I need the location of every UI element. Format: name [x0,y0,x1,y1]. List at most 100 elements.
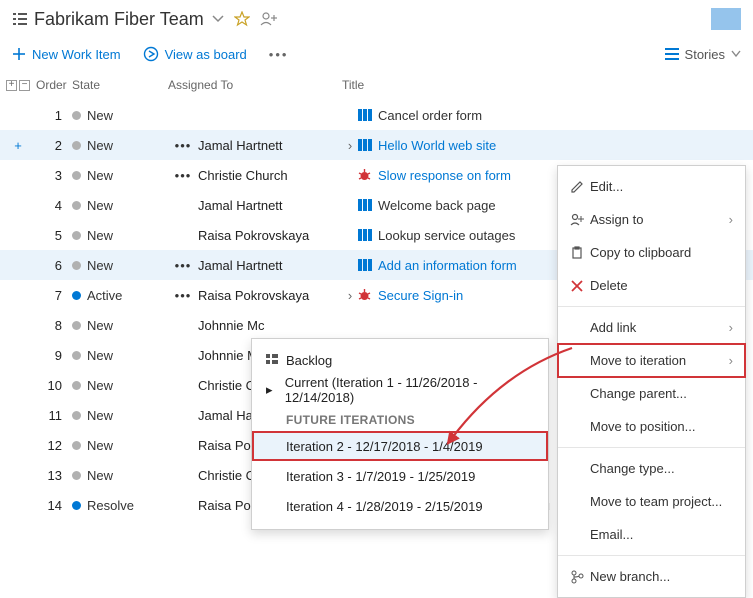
cell-state: New [72,168,168,183]
state-dot-icon [72,261,81,270]
cell-order: 13 [36,468,72,483]
cell-assigned-to: Raisa Pokrovskaya [198,288,342,303]
cell-state: New [72,198,168,213]
menu-change-type[interactable]: Change type... [558,452,745,485]
column-headers: + − Order State Assigned To Title [0,74,753,100]
user-story-icon [358,139,378,151]
cell-order: 9 [36,348,72,363]
bug-icon [358,169,378,182]
cell-order: 4 [36,198,72,213]
user-story-icon [358,259,378,271]
cell-order: 12 [36,438,72,453]
menu-assign-to[interactable]: Assign to › [558,203,745,236]
cell-assigned-to: Jamal Hartnett [198,198,342,213]
table-row[interactable]: 1New›Cancel order form [0,100,753,130]
people-icon[interactable] [260,11,278,27]
chevron-down-icon[interactable] [212,13,224,25]
caret-right-icon: ▸ [266,382,285,398]
cell-order: 14 [36,498,72,513]
submenu-current-iteration[interactable]: ▸ Current (Iteration 1 - 11/26/2018 - 12… [252,375,548,405]
toolbar: New Work Item View as board ••• Stories [0,40,753,74]
state-dot-icon [72,501,81,510]
new-work-item-button[interactable]: New Work Item [12,47,121,62]
cell-assigned-to: Jamal Hartnett [198,138,342,153]
view-as-board-button[interactable]: View as board [143,46,247,62]
menu-separator [558,555,745,556]
expand-caret-icon[interactable]: › [342,288,358,303]
cell-state: New [72,108,168,123]
state-dot-icon [72,231,81,240]
cell-order: 10 [36,378,72,393]
col-assigned-to[interactable]: Assigned To [168,78,342,92]
expand-all-icon[interactable]: + [6,80,17,91]
submenu-iteration-3[interactable]: Iteration 3 - 1/7/2019 - 1/25/2019 [252,461,548,491]
menu-new-branch[interactable]: New branch... [558,560,745,593]
state-dot-icon [72,471,81,480]
cell-order: 8 [36,318,72,333]
new-work-item-label: New Work Item [32,47,121,62]
stories-icon [665,48,679,60]
person-icon [570,213,590,227]
user-story-icon [358,199,378,211]
menu-add-link[interactable]: Add link › [558,311,745,344]
state-dot-icon [72,201,81,210]
menu-move-to-position[interactable]: Move to position... [558,410,745,443]
state-dot-icon [72,141,81,150]
row-actions-icon[interactable]: ••• [168,258,198,273]
collapse-all-icon[interactable]: − [19,80,30,91]
iteration-submenu: Backlog ▸ Current (Iteration 1 - 11/26/2… [251,338,549,530]
cell-state: New [72,138,168,153]
toolbar-more-icon[interactable]: ••• [269,47,289,62]
team-title[interactable]: Fabrikam Fiber Team [34,9,204,30]
submenu-backlog[interactable]: Backlog [252,345,548,375]
state-dot-icon [72,441,81,450]
table-row[interactable]: +2New•••Jamal Hartnett›Hello World web s… [0,130,753,160]
chevron-right-icon: › [729,353,733,368]
favorite-star-icon[interactable] [234,11,250,27]
expand-caret-icon[interactable]: › [342,138,358,153]
cell-state: New [72,408,168,423]
cell-state: New [72,378,168,393]
backlog-level-selector[interactable]: Stories [665,47,741,62]
col-title[interactable]: Title [342,78,753,92]
cell-assigned-to: Jamal Hartnett [198,258,342,273]
menu-separator [558,306,745,307]
menu-move-to-team-project[interactable]: Move to team project... [558,485,745,518]
submenu-iteration-2[interactable]: Iteration 2 - 12/17/2018 - 1/4/2019 [252,431,548,461]
bug-icon [358,289,378,302]
add-child-icon[interactable]: + [0,138,36,153]
row-actions-icon[interactable]: ••• [168,138,198,153]
cell-state: New [72,228,168,243]
chevron-right-icon: › [729,212,733,227]
menu-change-parent[interactable]: Change parent... [558,377,745,410]
cell-state: New [72,348,168,363]
user-story-icon [358,229,378,241]
cell-order: 6 [36,258,72,273]
col-state[interactable]: State [72,78,168,92]
state-dot-icon [72,171,81,180]
cell-assigned-to: Raisa Pokrovskaya [198,228,342,243]
chevron-right-icon: › [729,320,733,335]
row-actions-icon[interactable]: ••• [168,168,198,183]
cell-title[interactable]: Hello World web site [378,138,753,153]
menu-move-to-iteration[interactable]: Move to iteration › [558,344,745,377]
cell-state: Active [72,288,168,303]
cell-assigned-to: Christie Church [198,168,342,183]
state-dot-icon [72,291,81,300]
cell-state: New [72,468,168,483]
cell-state: New [72,318,168,333]
cell-state: New [72,438,168,453]
context-menu: Edit... Assign to › Copy to clipboard De… [557,165,746,598]
menu-email[interactable]: Email... [558,518,745,551]
row-actions-icon[interactable]: ••• [168,288,198,303]
menu-copy[interactable]: Copy to clipboard [558,236,745,269]
backlog-icon [266,354,286,366]
state-dot-icon [72,411,81,420]
submenu-iteration-4[interactable]: Iteration 4 - 1/28/2019 - 2/15/2019 [252,491,548,521]
menu-edit[interactable]: Edit... [558,170,745,203]
pencil-icon [570,180,590,194]
col-order[interactable]: Order [36,78,72,92]
menu-delete[interactable]: Delete [558,269,745,302]
future-iterations-header: FUTURE ITERATIONS [252,405,548,431]
state-dot-icon [72,381,81,390]
